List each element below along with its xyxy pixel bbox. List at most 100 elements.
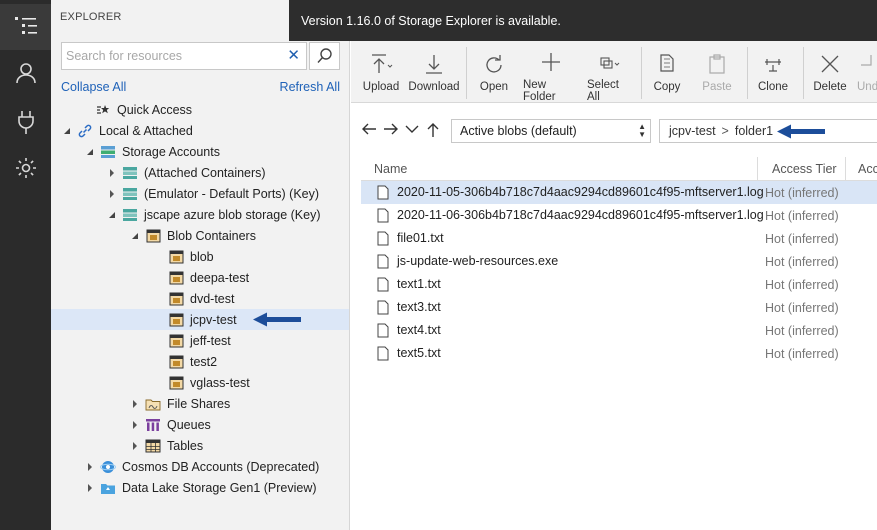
storage-icon [122,165,138,181]
collapse-all-link[interactable]: Collapse All [61,80,126,94]
file-shares-icon [145,396,161,412]
tree-item-label: Storage Accounts [122,144,220,159]
account-icon[interactable] [0,50,51,96]
table-row[interactable]: file01.txt Hot (inferred) [361,227,877,250]
breadcrumb-item[interactable]: jcpv-test [669,124,716,138]
table-row[interactable]: text4.txt Hot (inferred) [361,319,877,342]
blob-list: Name Access Tier Acc 2020-11-05-306b4b71… [361,157,877,365]
tree-item-file-shares[interactable]: File Shares [51,393,349,414]
forward-arrow-icon[interactable] [383,122,399,136]
container-icon [168,270,184,286]
column-header-access[interactable]: Acc [858,162,877,176]
paste-button[interactable]: Paste [701,41,733,103]
tree-item-tables[interactable]: Tables [51,435,349,456]
table-row[interactable]: js-update-web-resources.exe Hot (inferre… [361,250,877,273]
expanded-twisty-icon[interactable] [61,125,73,137]
tree-item-container-dvd-test[interactable]: dvd-test [51,288,349,309]
view-select[interactable]: Active blobs (default) ▲ ▼ [451,119,651,143]
clear-search-icon[interactable]: ✕ [287,47,300,65]
collapsed-twisty-icon[interactable] [84,461,96,473]
column-divider[interactable] [757,157,758,181]
column-header-name[interactable]: Name [374,162,407,176]
tree-item-label: test2 [190,354,218,369]
expanded-twisty-icon[interactable] [84,146,96,158]
expanded-twisty-icon[interactable] [106,209,118,221]
column-header-access-tier[interactable]: Access Tier [772,162,837,176]
upload-icon [372,54,393,73]
search-input[interactable] [62,43,282,69]
tree-item-quick-access[interactable]: Quick Access [51,99,349,120]
container-icon [168,354,184,370]
tree-item-storage-accounts[interactable]: Storage Accounts [51,141,349,162]
tree-item-attached-containers[interactable]: (Attached Containers) [51,162,349,183]
tables-icon [145,438,161,454]
upload-button[interactable]: Upload [361,41,401,103]
gear-icon[interactable] [0,145,51,191]
tree-item-emulator[interactable]: (Emulator - Default Ports) (Key) [51,183,349,204]
pointer-arrow-icon [777,124,825,139]
tree-item-label: vglass-test [190,375,250,390]
update-notification[interactable]: Version 1.16.0 of Storage Explorer is av… [289,0,877,41]
copy-button[interactable]: Copy [651,41,683,103]
container-icon [168,333,184,349]
clone-button[interactable]: Clone [757,41,789,103]
tree-item-jscape-storage[interactable]: jscape azure blob storage (Key) [51,204,349,225]
container-icon [168,249,184,265]
tree-item-container-deepa-test[interactable]: deepa-test [51,267,349,288]
explorer-icon[interactable] [0,4,51,50]
tree-item-container-blob[interactable]: blob [51,246,349,267]
undelete-button[interactable]: Und [857,41,877,103]
search-button[interactable] [309,42,340,70]
tree-item-queues[interactable]: Queues [51,414,349,435]
tree-item-blob-containers[interactable]: Blob Containers [51,225,349,246]
table-row[interactable]: 2020-11-05-306b4b718c7d4aac9294cd89601c4… [361,181,877,204]
chevron-down-icon[interactable] [405,125,419,135]
tree-item-container-jeff-test[interactable]: jeff-test [51,330,349,351]
up-arrow-icon[interactable] [426,122,440,137]
link-icon [77,123,93,139]
column-divider[interactable] [845,157,846,181]
back-arrow-icon[interactable] [361,122,377,136]
tree-item-label: blob [190,249,214,264]
container-icon [168,312,184,328]
collapsed-twisty-icon[interactable] [129,440,141,452]
table-row[interactable]: text1.txt Hot (inferred) [361,273,877,296]
open-button[interactable]: Open [476,41,512,103]
expanded-twisty-icon[interactable] [129,230,141,242]
search-icon [316,48,332,63]
tree-item-cosmos-db[interactable]: Cosmos DB Accounts (Deprecated) [51,456,349,477]
table-row[interactable]: text5.txt Hot (inferred) [361,342,877,365]
tree-item-container-vglass-test[interactable]: vglass-test [51,372,349,393]
tree-item-container-jcpv-test[interactable]: jcpv-test [51,309,349,330]
file-icon [377,323,389,338]
tree-item-container-test2[interactable]: test2 [51,351,349,372]
collapsed-twisty-icon[interactable] [129,419,141,431]
toolbar-divider [803,47,804,99]
activity-bar [0,0,51,530]
storage-icon [122,186,138,202]
table-row[interactable]: text3.txt Hot (inferred) [361,296,877,319]
collapsed-twisty-icon[interactable] [84,482,96,494]
collapsed-twisty-icon[interactable] [106,167,118,179]
select-all-button[interactable]: Select All [587,41,633,103]
delete-button[interactable]: Delete [813,41,847,103]
collapsed-twisty-icon[interactable] [106,188,118,200]
toolbar-divider [466,47,467,99]
tree-item-local-attached[interactable]: Local & Attached [51,120,349,141]
paste-icon [709,54,725,74]
tree-item-label: Blob Containers [167,228,256,243]
file-icon [377,300,389,315]
download-button[interactable]: Download [408,41,460,103]
column-headers: Name Access Tier Acc [361,157,877,181]
tree-item-label: (Attached Containers) [144,165,266,180]
breadcrumb-item[interactable]: folder1 [735,124,773,138]
refresh-all-link[interactable]: Refresh All [280,80,340,94]
collapsed-twisty-icon[interactable] [129,398,141,410]
cosmos-db-icon [100,459,116,475]
plug-icon[interactable] [0,99,51,145]
table-row[interactable]: 2020-11-06-306b4b718c7d4aac9294cd89601c4… [361,204,877,227]
toolbar-divider [641,47,642,99]
new-folder-button[interactable]: New Folder [523,41,579,103]
navigation-bar: Active blobs (default) ▲ ▼ jcpv-test > fold… [351,115,877,145]
tree-item-data-lake[interactable]: Data Lake Storage Gen1 (Preview) [51,477,349,498]
